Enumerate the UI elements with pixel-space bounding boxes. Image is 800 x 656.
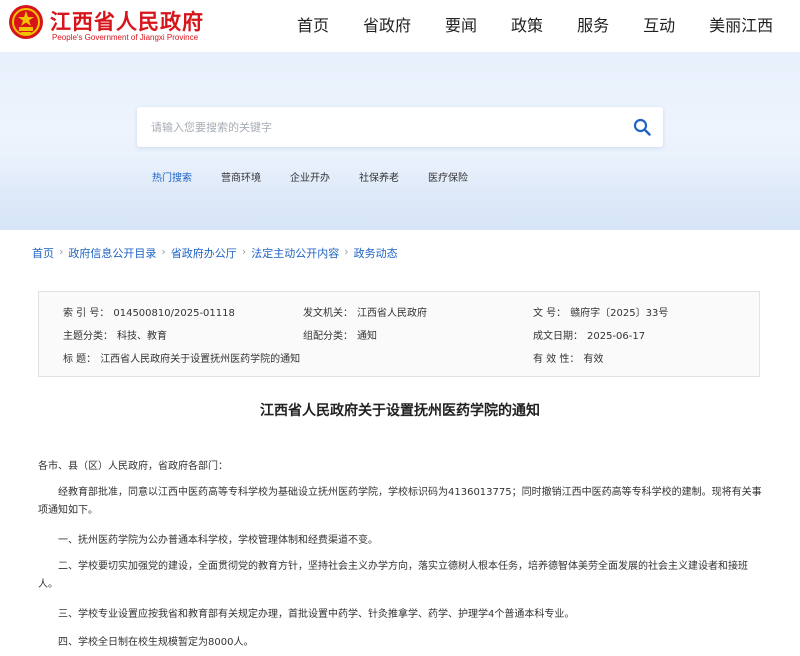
nav-item-home[interactable]: 首页 <box>280 0 346 52</box>
hot-search-label: 热门搜索 <box>152 173 192 184</box>
breadcrumb-general-office[interactable]: 省政府办公厅 <box>171 245 237 261</box>
hot-search-item[interactable]: 社保养老 <box>359 169 399 184</box>
breadcrumb-info-catalog[interactable]: 政府信息公开目录 <box>68 245 156 261</box>
info-value: 014500810/2025-01118 <box>113 308 235 319</box>
main-nav: 首页 省政府 要闻 政策 服务 互动 美丽江西 <box>280 0 773 52</box>
nav-item-policy[interactable]: 政策 <box>494 0 560 52</box>
article-paragraph: 三、学校专业设置应按我省和教育部有关规定办理，首批设置中药学、针灸推拿学、药学、… <box>58 609 575 620</box>
info-value: 科技、教育 <box>117 331 167 342</box>
search-icon[interactable] <box>633 118 651 136</box>
info-value: 赣府字〔2025〕33号 <box>570 308 669 319</box>
info-cell-subject: 标 题： 江西省人民政府关于设置抚州医药学院的通知 <box>63 350 300 365</box>
info-label: 文 号： <box>533 308 567 319</box>
info-cell-doc-no: 文 号： 赣府字〔2025〕33号 <box>533 304 668 319</box>
search-input[interactable] <box>137 107 617 147</box>
breadcrumb-separator: › <box>241 245 247 258</box>
site-header: 江西省人民政府 People's Government of Jiangxi P… <box>0 0 800 52</box>
info-label: 索 引 号： <box>63 308 110 319</box>
nav-item-beautiful-jiangxi[interactable]: 美丽江西 <box>692 0 773 52</box>
info-value: 有效 <box>583 354 604 365</box>
nav-item-news[interactable]: 要闻 <box>428 0 494 52</box>
hot-search-item[interactable]: 企业开办 <box>290 169 330 184</box>
info-label: 主题分类： <box>63 331 113 342</box>
site-subtitle: People's Government of Jiangxi Province <box>52 33 199 42</box>
breadcrumb-separator: › <box>161 245 166 258</box>
breadcrumb-public-content[interactable]: 法定主动公开内容 <box>251 245 339 261</box>
info-value: 江西省人民政府关于设置抚州医药学院的通知 <box>100 354 301 365</box>
article-paragraph: 二、学校要切实加强党的建设，全面贯彻党的教育方针，坚持社会主义办学方向，落实立德… <box>38 561 748 590</box>
info-cell-issuer: 发文机关： 江西省人民政府 <box>303 304 427 319</box>
article-paragraph: 一、抚州医药学院为公办普通本科学校，学校管理体制和经费渠道不变。 <box>58 535 378 546</box>
info-value: 通知 <box>357 331 377 342</box>
hot-search-item[interactable]: 营商环境 <box>221 169 261 184</box>
article-paragraph: 四、学校全日制在校生规模暂定为8000人。 <box>58 637 254 648</box>
info-cell-validity: 有 效 性： 有效 <box>533 350 603 365</box>
info-cell-index: 索 引 号： 014500810/2025-01118 <box>63 304 235 319</box>
info-cell-topic: 主题分类： 科技、教育 <box>63 327 167 342</box>
info-value: 江西省人民政府 <box>357 308 427 319</box>
article-title: 江西省人民政府关于设置抚州医药学院的通知 <box>260 403 540 419</box>
search-banner: 热门搜索 营商环境 企业开办 社保养老 医疗保险 <box>0 52 800 230</box>
article-salutation: 各市、县（区）人民政府，省政府各部门： <box>38 461 228 472</box>
document-info-table: 索 引 号： 014500810/2025-01118 发文机关： 江西省人民政府 … <box>38 291 760 377</box>
breadcrumb-separator: › <box>344 245 349 258</box>
nav-item-interaction[interactable]: 互动 <box>626 0 692 52</box>
nav-item-service[interactable]: 服务 <box>560 0 626 52</box>
breadcrumb-home[interactable]: 首页 <box>32 245 54 261</box>
hot-search-item[interactable]: 医疗保险 <box>428 169 468 184</box>
search-box <box>137 107 663 147</box>
info-label: 有 效 性： <box>533 354 580 365</box>
breadcrumb-current[interactable]: 政务动态 <box>354 245 398 261</box>
info-label: 成文日期： <box>533 331 583 342</box>
nav-item-government[interactable]: 省政府 <box>346 0 428 52</box>
breadcrumb: 首页 › 政府信息公开目录 › 省政府办公厅 › 法定主动公开内容 › 政务动态 <box>32 245 398 261</box>
info-cell-org: 组配分类： 通知 <box>303 327 377 342</box>
info-value: 2025-06-17 <box>587 331 646 342</box>
info-label: 发文机关： <box>303 308 353 319</box>
breadcrumb-separator: › <box>59 245 64 258</box>
article-paragraph: 经教育部批准，同意以江西中医药高等专科学校为基础设立抚州医药学院，学校标识码为4… <box>38 487 762 516</box>
info-label: 标 题： <box>63 354 97 365</box>
info-label: 组配分类： <box>303 331 353 342</box>
site-title[interactable]: 江西省人民政府 <box>50 6 204 36</box>
national-emblem-icon[interactable] <box>8 4 44 40</box>
info-cell-date: 成文日期： 2025-06-17 <box>533 327 645 342</box>
hot-search-list: 热门搜索 营商环境 企业开办 社保养老 医疗保险 <box>152 169 497 184</box>
